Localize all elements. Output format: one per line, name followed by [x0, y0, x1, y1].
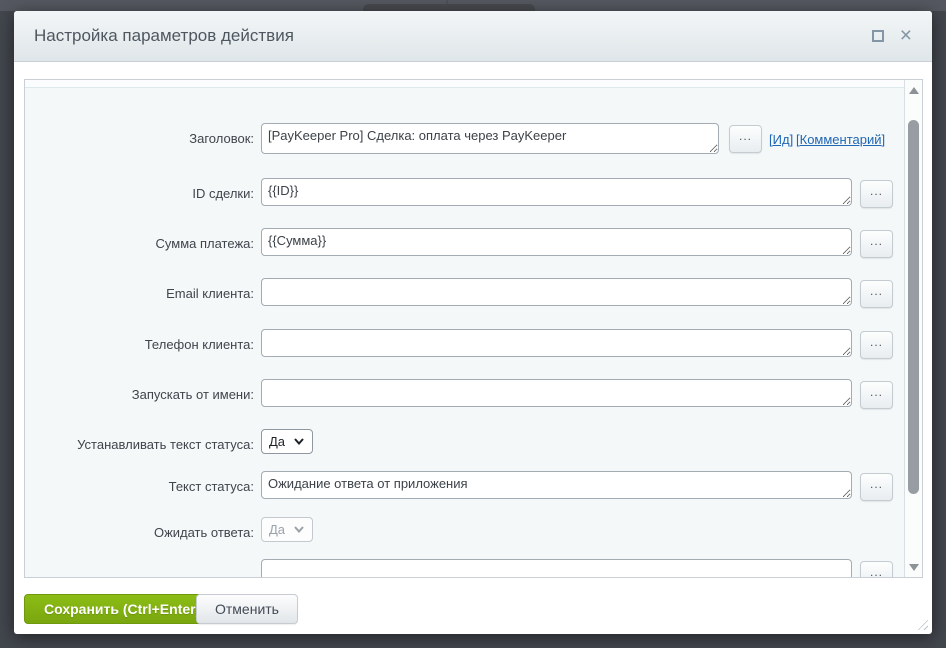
- dialog-resize-handle[interactable]: [915, 617, 928, 630]
- background-tab: [363, 4, 535, 11]
- chevron-down-icon: [294, 438, 304, 445]
- select-value: Да: [269, 522, 285, 537]
- deal-id-expression-button[interactable]: ...: [860, 180, 893, 208]
- field-row-client-email: Email клиента: ...: [25, 278, 904, 318]
- payment-amount-expression-button[interactable]: ...: [860, 230, 893, 258]
- vertical-scrollbar[interactable]: [904, 80, 922, 577]
- field-row-status-text: Текст статуса: Ожидание ответа от прилож…: [25, 471, 904, 511]
- dialog-titlebar: Настройка параметров действия ×: [14, 11, 932, 62]
- maximize-icon[interactable]: [872, 30, 884, 42]
- deal-id-field[interactable]: {{ID}}: [261, 178, 852, 206]
- field-row-run-as: Запускать от имени: ...: [25, 379, 904, 419]
- run-as-expression-button[interactable]: ...: [860, 381, 893, 409]
- field-label: Текст статуса:: [25, 479, 254, 494]
- field-label: Ожидать ответа:: [25, 525, 254, 540]
- insert-id-link[interactable]: [Ид]: [769, 132, 793, 147]
- client-email-field[interactable]: [261, 278, 852, 306]
- insert-comment-link[interactable]: [Комментарий]: [796, 132, 885, 147]
- partial-field[interactable]: [261, 559, 852, 578]
- cancel-button[interactable]: Отменить: [196, 594, 298, 624]
- scrolled-row-edge: [25, 80, 922, 88]
- scroll-down-arrow-icon[interactable]: [909, 564, 919, 571]
- field-label: ID сделки:: [25, 186, 254, 201]
- payment-amount-field[interactable]: {{Сумма}}: [261, 228, 852, 256]
- field-label: Запускать от имени:: [25, 387, 254, 402]
- status-text-field[interactable]: Ожидание ответа от приложения: [261, 471, 852, 499]
- client-phone-expression-button[interactable]: ...: [860, 331, 893, 359]
- link-label: Ид: [773, 132, 790, 147]
- chevron-down-icon: [294, 526, 304, 533]
- client-phone-field[interactable]: [261, 329, 852, 357]
- field-row-partial: ...: [25, 559, 904, 578]
- field-label: Устанавливать текст статуса:: [25, 437, 254, 452]
- status-text-expression-button[interactable]: ...: [860, 473, 893, 501]
- link-label: Комментарий: [800, 132, 882, 147]
- save-button[interactable]: Сохранить (Ctrl+Enter): [24, 594, 220, 624]
- scroll-up-arrow-icon[interactable]: [909, 87, 919, 94]
- partial-expression-button[interactable]: ...: [860, 561, 893, 578]
- field-row-title: Заголовок: [PayKeeper Pro] Сделка: оплат…: [25, 123, 904, 163]
- select-value: Да: [269, 434, 285, 449]
- background-tab-divider: [446, 0, 448, 4]
- field-row-payment-amount: Сумма платежа: {{Сумма}} ...: [25, 228, 904, 268]
- scrollbar-thumb[interactable]: [908, 120, 919, 494]
- field-label: Сумма платежа:: [25, 236, 254, 251]
- client-email-expression-button[interactable]: ...: [860, 280, 893, 308]
- field-row-set-status-text: Устанавливать текст статуса: Да: [25, 429, 904, 469]
- dialog-footer: Сохранить (Ctrl+Enter) Отменить: [14, 578, 932, 634]
- form-scroll-pane: Заголовок: [PayKeeper Pro] Сделка: оплат…: [24, 79, 923, 578]
- bracket: ]: [790, 132, 794, 147]
- title-field[interactable]: [PayKeeper Pro] Сделка: оплата через Pay…: [261, 123, 719, 154]
- bracket: ]: [882, 132, 886, 147]
- window-controls: ×: [872, 30, 912, 42]
- title-expression-button[interactable]: ...: [729, 125, 762, 153]
- action-settings-dialog: Настройка параметров действия × Заголово…: [14, 11, 932, 634]
- field-label: Телефон клиента:: [25, 337, 254, 352]
- field-row-deal-id: ID сделки: {{ID}} ...: [25, 178, 904, 218]
- dialog-title: Настройка параметров действия: [34, 26, 872, 46]
- set-status-text-select[interactable]: Да: [261, 429, 313, 454]
- wait-response-select: Да: [261, 517, 313, 542]
- field-row-client-phone: Телефон клиента: ...: [25, 329, 904, 369]
- close-icon[interactable]: ×: [900, 30, 912, 42]
- run-as-field[interactable]: [261, 379, 852, 407]
- field-row-wait-response: Ожидать ответа: Да: [25, 517, 904, 557]
- field-label: Email клиента:: [25, 286, 254, 301]
- field-label: Заголовок:: [25, 131, 254, 146]
